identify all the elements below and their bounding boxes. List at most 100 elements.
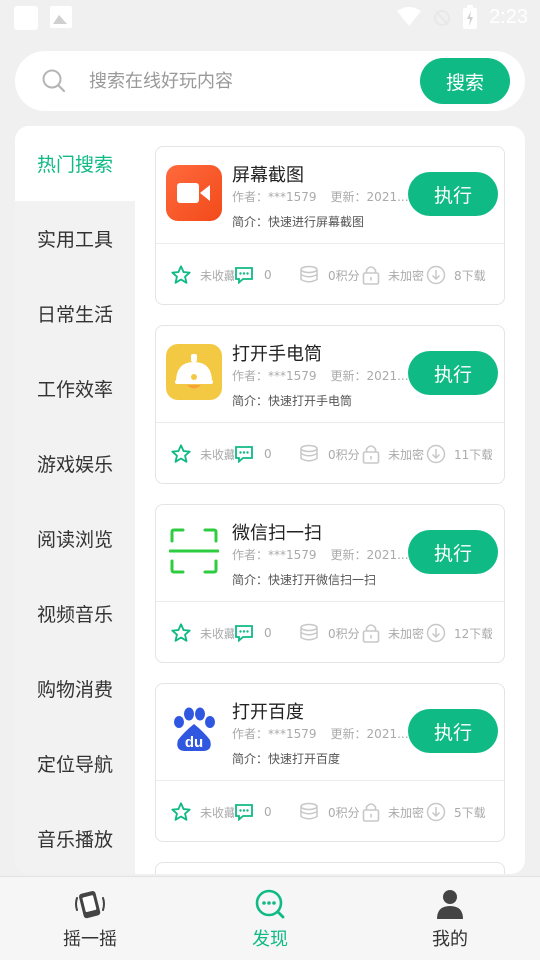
search-button[interactable]: 搜索 [420,58,510,104]
card-meta: 作者：***1579 更新：2021... [232,548,409,562]
points: 0积分 [298,800,362,824]
comments-count[interactable]: 0 [234,442,278,466]
category-item-video-music[interactable]: 视频音乐 [15,576,135,651]
card-meta: 作者：***1579 更新：2021... [232,190,409,204]
comment-icon [235,804,253,821]
card-meta: 作者：***1579 更新：2021... [232,727,409,741]
nav-label: 我的 [432,929,468,950]
comments-count[interactable]: 0 [234,621,278,645]
lamp-icon [166,344,222,400]
list-item[interactable]: 微信扫一扫 作者：***1579 更新：2021... 简介：快速打开微信扫一扫 … [155,504,505,663]
card-stats: 未收藏 0 0积分 未加密 8下载 [170,263,492,287]
category-item-hot-search[interactable]: 热门搜索 [15,126,135,201]
gallery-notification-icon [50,6,72,28]
category-item-daily-life[interactable]: 日常生活 [15,276,135,351]
points: 0积分 [298,442,362,466]
downloads: 8下载 [426,263,492,287]
list-item[interactable]: 打开手电筒 作者：***1579 更新：2021... 简介：快速打开手电筒 执行… [155,325,505,484]
execute-button[interactable]: 执行 [408,530,498,574]
card-meta: 作者：***1579 更新：2021... [232,369,409,383]
favorite-toggle[interactable]: 未收藏 [170,621,234,645]
category-item-shopping[interactable]: 购物消费 [15,651,135,726]
svg-text:du: du [185,734,203,751]
lock-icon [362,624,380,643]
download-icon [426,265,446,285]
card-stats: 未收藏 0 0积分 未加密 11下载 [170,442,492,466]
execute-button[interactable]: 执行 [408,709,498,753]
wifi-icon [397,7,422,26]
encryption-status: 未加密 [362,263,426,287]
shortcut-list: 屏幕截图 作者：***1579 更新：2021... 简介：快速进行屏幕截图 执行… [155,146,505,874]
card-description: 简介：快速打开手电筒 [232,394,353,408]
star-icon [171,623,191,642]
lock-icon [362,803,380,822]
comment-icon [235,625,253,642]
star-icon [171,802,191,821]
coins-icon [300,623,318,641]
list-item[interactable]: du 打开百度 作者：***1579 更新：2021... 简介：快速打开百度 执… [155,683,505,842]
status-bar: 2:23 [0,0,540,36]
star-icon [171,265,191,284]
category-sidebar: 热门搜索 实用工具 日常生活 工作效率 游戏娱乐 阅读浏览 视频音乐 购物消费 … [15,126,135,874]
card-title: 打开手电筒 [232,344,322,365]
lock-icon [362,266,380,285]
execute-button[interactable]: 执行 [408,172,498,216]
divider [156,780,504,781]
list-item[interactable]: 屏幕截图 作者：***1579 更新：2021... 简介：快速进行屏幕截图 执行… [155,146,505,305]
encryption-status: 未加密 [362,442,426,466]
nav-discover[interactable]: 发现 [180,877,360,960]
category-item-music-playback[interactable]: 音乐播放 [15,801,135,874]
lock-icon [362,445,380,464]
baidu-icon: du [166,702,222,758]
download-icon [426,623,446,643]
coins-icon [300,444,318,462]
card-title: 屏幕截图 [232,165,304,186]
category-item-productivity[interactable]: 工作效率 [15,351,135,426]
downloads: 12下载 [426,621,492,645]
download-icon [426,802,446,822]
favorite-toggle[interactable]: 未收藏 [170,263,234,287]
content-panel: 热门搜索 实用工具 日常生活 工作效率 游戏娱乐 阅读浏览 视频音乐 购物消费 … [15,126,525,874]
execute-button[interactable]: 执行 [408,351,498,395]
profile-icon [437,890,463,919]
no-signal-icon [434,10,451,26]
download-icon [426,444,446,464]
bottom-nav: 摇一摇 发现 我的 [0,876,540,960]
card-stats: 未收藏 0 0积分 未加密 5下载 [170,800,492,824]
search-input[interactable] [89,66,419,96]
coins-icon [300,802,318,820]
nav-label: 发现 [252,929,288,950]
card-title: 微信扫一扫 [232,523,322,544]
category-item-reading[interactable]: 阅读浏览 [15,501,135,576]
divider [156,422,504,423]
card-description: 简介：快速打开微信扫一扫 [232,573,377,587]
points: 0积分 [298,263,362,287]
category-item-navigation[interactable]: 定位导航 [15,726,135,801]
category-item-games[interactable]: 游戏娱乐 [15,426,135,501]
favorite-toggle[interactable]: 未收藏 [170,442,234,466]
clock: 2:23 [489,5,528,28]
encryption-status: 未加密 [362,800,426,824]
favorite-toggle[interactable]: 未收藏 [170,800,234,824]
divider [156,601,504,602]
screen-record-icon [166,165,222,221]
comment-icon [235,267,253,284]
points: 0积分 [298,621,362,645]
downloads: 5下载 [426,800,492,824]
card-description: 简介：快速打开百度 [232,752,341,766]
card-stats: 未收藏 0 0积分 未加密 12下载 [170,621,492,645]
encryption-status: 未加密 [362,621,426,645]
search-icon [42,69,66,93]
downloads: 11下载 [426,442,492,466]
category-item-tools[interactable]: 实用工具 [15,201,135,276]
nav-label: 摇一摇 [63,929,117,950]
comments-count[interactable]: 0 [234,800,278,824]
coins-icon [300,265,318,283]
comment-icon [235,446,253,463]
divider [156,243,504,244]
nav-profile[interactable]: 我的 [360,877,540,960]
battery-charging-icon [463,5,478,29]
nav-shake[interactable]: 摇一摇 [0,877,180,960]
comments-count[interactable]: 0 [234,263,278,287]
search-bar: 搜索 [15,51,525,111]
